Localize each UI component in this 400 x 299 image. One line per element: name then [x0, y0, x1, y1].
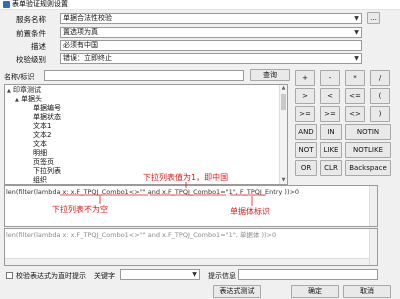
keyword-select[interactable]: ▼ — [120, 269, 200, 280]
preview-text: len(filter(lambda x: x.F_TPQJ_Combo1<>""… — [6, 231, 277, 239]
realtime-checkbox[interactable] — [6, 272, 13, 279]
hint-input[interactable] — [238, 269, 378, 280]
preview-hscrollbar[interactable] — [5, 258, 370, 265]
hint-label: 提示信息 — [208, 272, 236, 280]
expression-preview: len(filter(lambda x: x.F_TPQJ_Combo1<>""… — [4, 228, 378, 266]
cancel-button[interactable]: 取消 — [343, 285, 391, 298]
preview-vscrollbar[interactable] — [369, 229, 377, 265]
expression-test-button[interactable]: 表达式测试 — [213, 285, 261, 298]
keyword-label: 关键字 — [94, 272, 115, 280]
chevron-down-icon[interactable]: ▼ — [191, 271, 198, 278]
ok-button[interactable]: 确定 — [291, 285, 339, 298]
realtime-label: 校验表达式为直时提示 — [16, 272, 86, 280]
